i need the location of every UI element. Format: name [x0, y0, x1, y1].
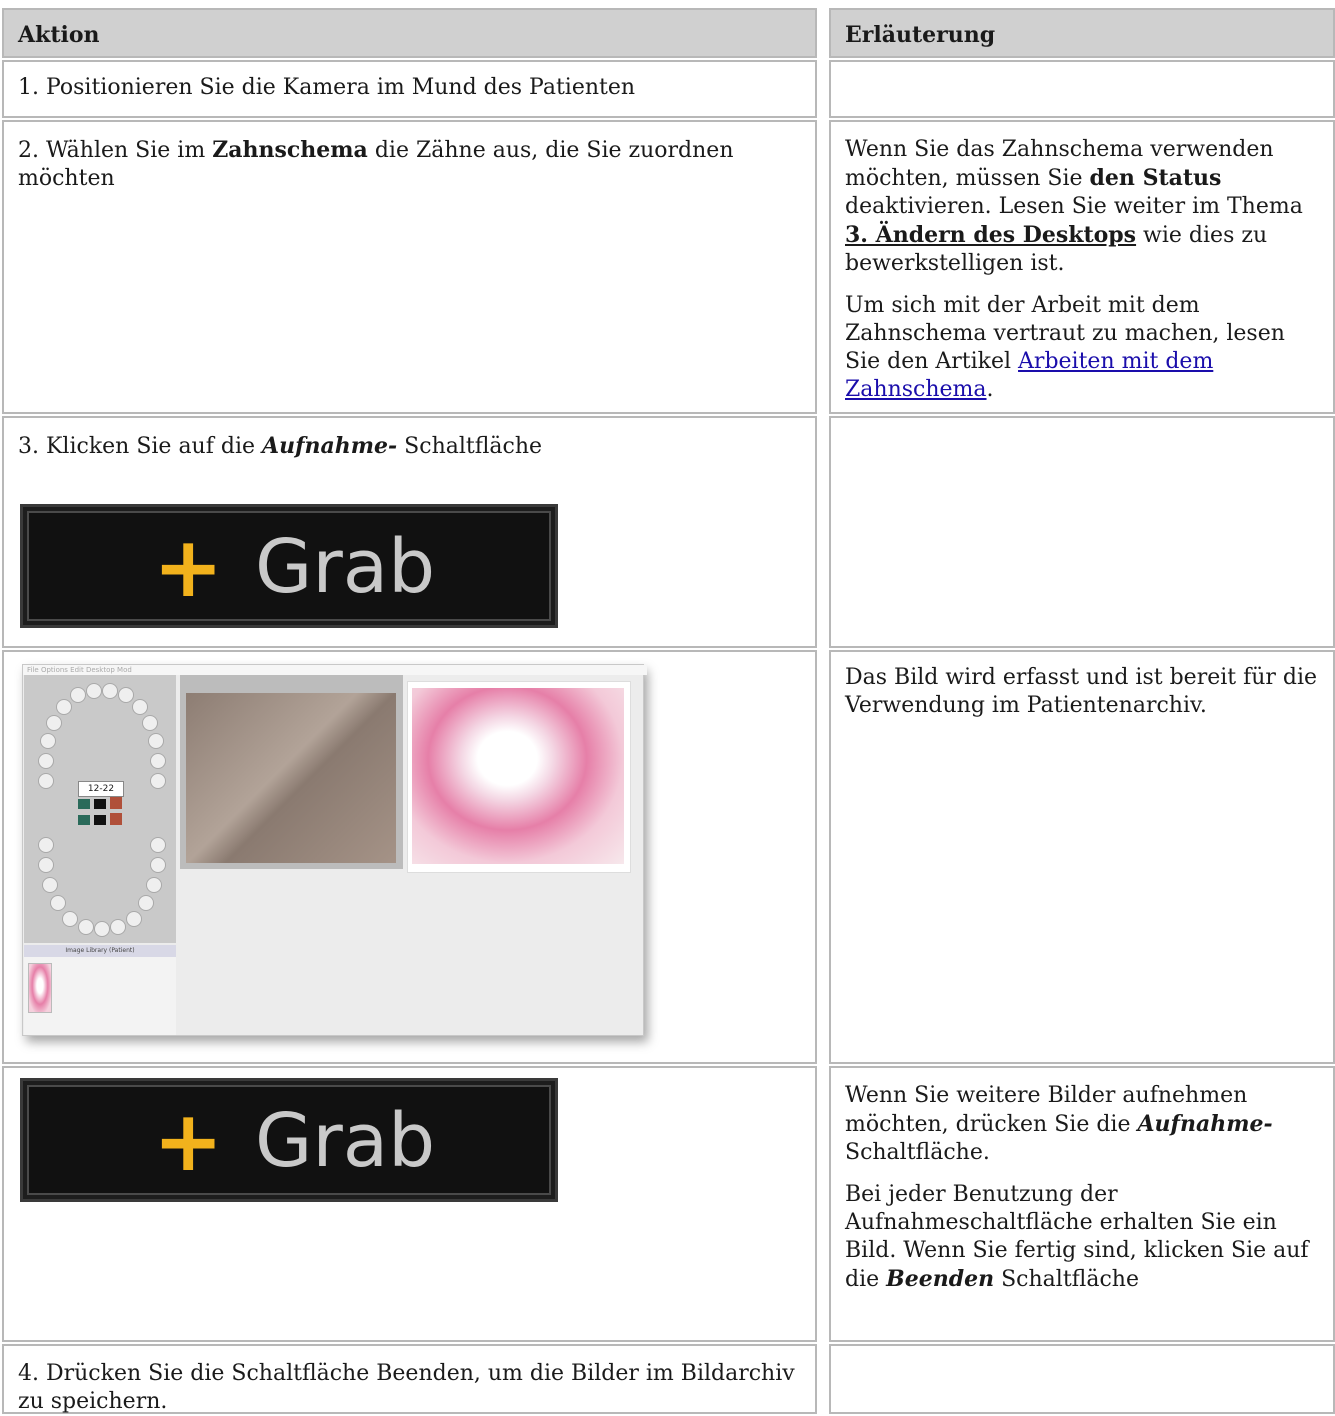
explanation-cell: [829, 416, 1335, 648]
action-text: 2. Wählen Sie im: [18, 138, 213, 163]
text: deaktivieren. Lesen Sie weiter im Thema: [845, 194, 1303, 219]
table-row: + Grab Wenn Sie weitere Bilder aufnehmen…: [0, 1066, 1335, 1342]
explanation-cell: Das Bild wird erfasst und ist bereit für…: [829, 650, 1335, 1064]
table-row: 4. Drücken Sie die Schaltfläche Beenden,…: [0, 1344, 1335, 1414]
plus-icon: +: [153, 1092, 224, 1190]
explanation-paragraph: Bei jeder Benutzung der Aufnahmeschaltfl…: [845, 1181, 1319, 1294]
explanation-paragraph: Wenn Sie das Zahnschema verwenden möchte…: [845, 136, 1319, 278]
action-text: 4. Drücken Sie die Schaltfläche Beenden,…: [18, 1361, 795, 1414]
explanation-text: Das Bild wird erfasst und ist bereit für…: [845, 665, 1318, 718]
action-cell: 3. Klicken Sie auf die Aufnahme- Schaltf…: [2, 416, 817, 648]
action-bold: Aufnahme-: [262, 433, 398, 459]
explanation-paragraph: Um sich mit der Arbeit mit dem Zahnschem…: [845, 292, 1319, 404]
action-cell: 2. Wählen Sie im Zahnschema die Zähne au…: [2, 120, 817, 414]
live-video-pane: [180, 675, 403, 869]
captured-image-pane: [407, 681, 631, 873]
bold-italic-text: Aufnahme-: [1137, 1111, 1273, 1137]
explanation-paragraph: Wenn Sie weitere Bilder aufnehmen möchte…: [845, 1082, 1319, 1167]
text: Schaltfläche: [994, 1267, 1139, 1292]
topic-link[interactable]: 3. Ändern des Desktops: [845, 222, 1136, 248]
tooth-chart: 12-22: [24, 675, 176, 943]
text: Schaltfläche.: [845, 1140, 990, 1165]
action-bold: Zahnschema: [212, 137, 368, 163]
bold-italic-text: Beenden: [886, 1266, 995, 1292]
tooth-selection-label: 12-22: [78, 781, 124, 797]
plus-icon: +: [153, 518, 224, 616]
captured-thumbnail: [28, 963, 52, 1013]
table-row: 3. Klicken Sie auf die Aufnahme- Schaltf…: [0, 416, 1335, 648]
explanation-cell: [829, 60, 1335, 118]
action-text: 3. Klicken Sie auf die: [18, 434, 262, 459]
table-row: 2. Wählen Sie im Zahnschema die Zähne au…: [0, 120, 1335, 414]
explanation-cell: Wenn Sie weitere Bilder aufnehmen möchte…: [829, 1066, 1335, 1342]
explanation-cell: [829, 1344, 1335, 1414]
header-explanation: Erläuterung: [829, 8, 1335, 58]
captured-mouth-photo: [412, 688, 624, 864]
software-screenshot: File Options Edit Desktop Mod 12-22 Imag…: [22, 664, 647, 1036]
table-row: 1. Positionieren Sie die Kamera im Mund …: [0, 60, 1335, 118]
bold-text: den Status: [1089, 165, 1222, 191]
live-video: [186, 693, 396, 863]
grab-button[interactable]: + Grab: [20, 1078, 558, 1202]
explanation-cell: Wenn Sie das Zahnschema verwenden möchte…: [829, 120, 1335, 414]
image-library-pane: [24, 957, 176, 1035]
action-text: 1. Positionieren Sie die Kamera im Mund …: [18, 75, 636, 100]
grab-button-label: Grab: [255, 524, 436, 610]
menu-bar: File Options Edit Desktop Mod: [23, 665, 647, 675]
action-cell: + Grab: [2, 1066, 817, 1342]
table-row: File Options Edit Desktop Mod 12-22 Imag…: [0, 650, 1335, 1064]
header-action: Aktion: [2, 8, 817, 58]
text: .: [986, 377, 994, 402]
grab-button[interactable]: + Grab: [20, 504, 558, 628]
action-cell: File Options Edit Desktop Mod 12-22 Imag…: [2, 650, 817, 1064]
action-text: Schaltfläche: [397, 434, 543, 459]
grab-button-label: Grab: [255, 1098, 436, 1184]
action-cell: 4. Drücken Sie die Schaltfläche Beenden,…: [2, 1344, 817, 1414]
table-header-row: Aktion Erläuterung: [0, 8, 1335, 58]
action-cell: 1. Positionieren Sie die Kamera im Mund …: [2, 60, 817, 118]
image-library-bar: Image Library (Patient): [24, 945, 176, 957]
